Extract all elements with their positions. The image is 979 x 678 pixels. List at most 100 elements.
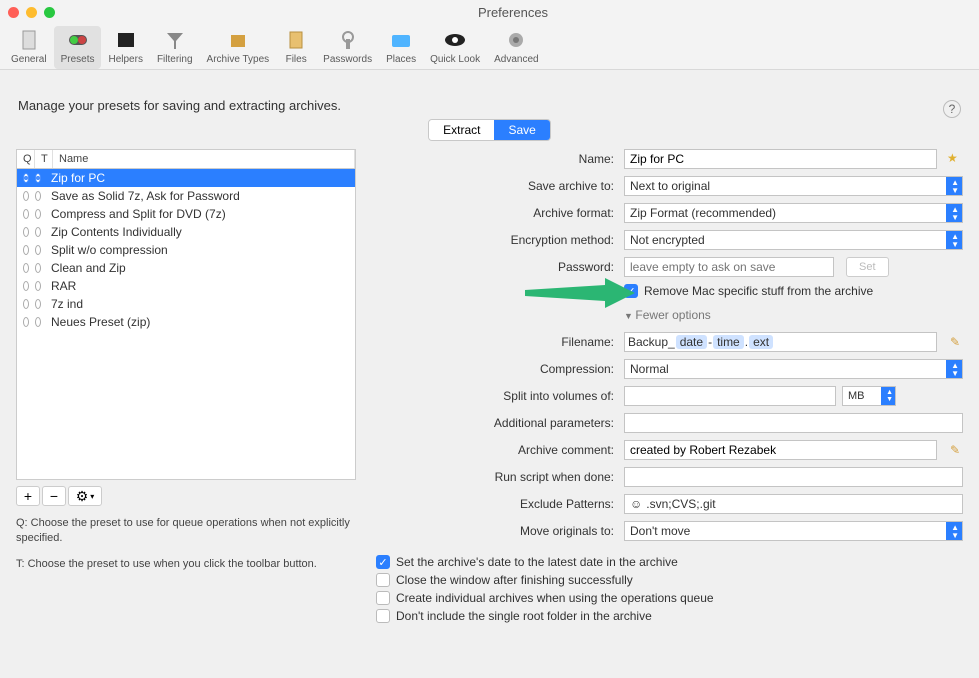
label-comment: Archive comment:	[376, 443, 618, 457]
preset-name: Clean and Zip	[47, 261, 349, 275]
label-password: Password:	[376, 260, 618, 274]
files-icon	[283, 28, 309, 52]
titlebar: Preferences	[0, 0, 979, 24]
password-input[interactable]	[624, 257, 834, 277]
preset-row[interactable]: Clean and Zip	[17, 259, 355, 277]
preset-row[interactable]: Split w/o compression	[17, 241, 355, 259]
helpers-icon	[113, 28, 139, 52]
compression-select[interactable]: Normal▲▼	[624, 359, 963, 379]
preset-name: Zip for PC	[47, 171, 349, 185]
exclude-patterns-input[interactable]: ☺ .svn;CVS;.git	[624, 494, 963, 514]
label-format: Archive format:	[376, 206, 618, 220]
encryption-select[interactable]: Not encrypted▲▼	[624, 230, 963, 250]
preset-actions-button[interactable]: ⚙ ▾	[68, 486, 102, 506]
preset-row[interactable]: Zip for PC	[17, 169, 355, 187]
presets-icon	[65, 28, 91, 52]
split-unit-select[interactable]: MB▲▼	[842, 386, 896, 406]
option-checkbox[interactable]: ✓	[376, 555, 390, 569]
option-label: Close the window after finishing success…	[396, 573, 633, 587]
toolbar-radio[interactable]	[35, 227, 41, 237]
preset-row[interactable]: Zip Contents Individually	[17, 223, 355, 241]
toolbar-radio[interactable]	[35, 173, 41, 183]
format-select[interactable]: Zip Format (recommended)▲▼	[624, 203, 963, 223]
run-script-input[interactable]	[624, 467, 963, 487]
preset-row[interactable]: Neues Preset (zip)	[17, 313, 355, 331]
col-name[interactable]: Name	[53, 150, 355, 168]
queue-radio[interactable]	[23, 263, 29, 273]
toolbar-helpers[interactable]: Helpers	[101, 26, 149, 69]
queue-radio[interactable]	[23, 209, 29, 219]
toolbar-radio[interactable]	[35, 209, 41, 219]
preset-row[interactable]: 7z ind	[17, 295, 355, 313]
preset-list-header: Q T Name	[16, 149, 356, 168]
move-originals-select[interactable]: Don't move▲▼	[624, 521, 963, 541]
toolbar-archive-types[interactable]: Archive Types	[200, 26, 277, 69]
name-input[interactable]	[624, 149, 937, 169]
queue-radio[interactable]	[23, 317, 29, 327]
preset-row[interactable]: Save as Solid 7z, Ask for Password	[17, 187, 355, 205]
toolbar-presets[interactable]: Presets	[54, 26, 102, 69]
label-compression: Compression:	[376, 362, 618, 376]
col-t[interactable]: T	[35, 150, 53, 168]
label-split: Split into volumes of:	[376, 389, 618, 403]
preset-name: Save as Solid 7z, Ask for Password	[47, 189, 349, 203]
chevron-down-icon: ▾	[90, 492, 94, 501]
minimize-icon[interactable]	[26, 7, 37, 18]
filename-input[interactable]: Backup_date - time .ext	[624, 332, 937, 352]
save-to-select[interactable]: Next to original▲▼	[624, 176, 963, 196]
preset-name: Zip Contents Individually	[47, 225, 349, 239]
preset-list[interactable]: Zip for PC Save as Solid 7z, Ask for Pass…	[16, 168, 356, 480]
additional-params-input[interactable]	[624, 413, 963, 433]
archive-comment-input[interactable]	[624, 440, 937, 460]
toolbar-general[interactable]: General	[4, 26, 54, 69]
fewer-options-toggle[interactable]: Fewer options	[624, 308, 963, 322]
option-checkbox[interactable]	[376, 591, 390, 605]
queue-radio[interactable]	[23, 191, 29, 201]
col-q[interactable]: Q	[17, 150, 35, 168]
label-name: Name:	[376, 152, 618, 166]
toolbar-places[interactable]: Places	[379, 26, 423, 69]
toolbar-radio[interactable]	[35, 245, 41, 255]
pencil-icon[interactable]: ✎	[947, 334, 963, 350]
tab-extract[interactable]: Extract	[429, 120, 494, 140]
queue-radio[interactable]	[23, 227, 29, 237]
favorite-icon[interactable]: ★	[947, 151, 963, 167]
tab-save[interactable]: Save	[494, 120, 549, 140]
zoom-icon[interactable]	[44, 7, 55, 18]
label-script: Run script when done:	[376, 470, 618, 484]
option-label: Create individual archives when using th…	[396, 591, 714, 605]
remove-mac-checkbox[interactable]: ✓	[624, 284, 638, 298]
queue-radio[interactable]	[23, 299, 29, 309]
queue-radio[interactable]	[23, 245, 29, 255]
add-preset-button[interactable]: +	[16, 486, 40, 506]
queue-radio[interactable]	[23, 173, 29, 183]
pencil-icon[interactable]: ✎	[947, 442, 963, 458]
option-label: Set the archive's date to the latest dat…	[396, 555, 678, 569]
preset-row[interactable]: RAR	[17, 277, 355, 295]
set-password-button[interactable]: Set	[846, 257, 889, 277]
option-checkbox[interactable]	[376, 573, 390, 587]
toolbar-passwords[interactable]: Passwords	[316, 26, 379, 69]
split-size-input[interactable]	[624, 386, 836, 406]
toolbar-radio[interactable]	[35, 191, 41, 201]
preset-name: RAR	[47, 279, 349, 293]
toolbar-radio[interactable]	[35, 281, 41, 291]
archive-types-icon	[225, 28, 251, 52]
toolbar-radio[interactable]	[35, 263, 41, 273]
preset-name: Compress and Split for DVD (7z)	[47, 207, 349, 221]
preset-row[interactable]: Compress and Split for DVD (7z)	[17, 205, 355, 223]
queue-radio[interactable]	[23, 281, 29, 291]
option-checkbox[interactable]	[376, 609, 390, 623]
toolbar-quick-look[interactable]: Quick Look	[423, 26, 487, 69]
remove-preset-button[interactable]: −	[42, 486, 66, 506]
toolbar-advanced[interactable]: Advanced	[487, 26, 545, 69]
toolbar-filtering[interactable]: Filtering	[150, 26, 200, 69]
toolbar-radio[interactable]	[35, 317, 41, 327]
preset-name: Split w/o compression	[47, 243, 349, 257]
filtering-icon	[162, 28, 188, 52]
toolbar-radio[interactable]	[35, 299, 41, 309]
finder-icon: ☺	[630, 497, 642, 511]
toolbar-files[interactable]: Files	[276, 26, 316, 69]
close-icon[interactable]	[8, 7, 19, 18]
preset-name: 7z ind	[47, 297, 349, 311]
